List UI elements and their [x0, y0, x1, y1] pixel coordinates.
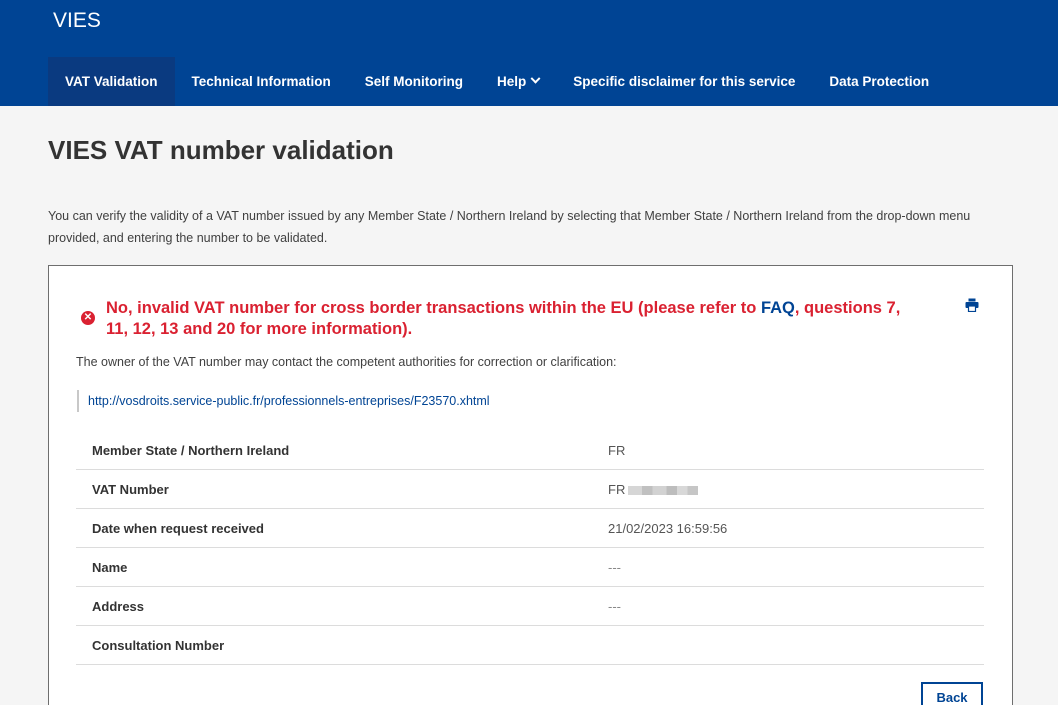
- owner-contact-text: The owner of the VAT number may contact …: [76, 355, 617, 369]
- nav-technical-information[interactable]: Technical Information: [175, 57, 348, 106]
- print-icon[interactable]: [965, 298, 979, 312]
- app-title[interactable]: VIES: [53, 9, 101, 33]
- faq-link[interactable]: FAQ: [761, 299, 795, 317]
- authority-link-block: http://vosdroits.service-public.fr/profe…: [77, 390, 490, 412]
- address-label: Address: [92, 598, 145, 614]
- details-row-vat-number: VAT Number FR: [76, 470, 984, 509]
- address-value: ---: [608, 598, 621, 614]
- details-row-name: Name ---: [76, 548, 984, 587]
- main-nav: VAT Validation Technical Information Sel…: [48, 57, 946, 106]
- validation-result-panel: ✕ No, invalid VAT number for cross borde…: [48, 265, 1013, 705]
- name-label: Name: [92, 559, 128, 575]
- consultation-number-label: Consultation Number: [92, 637, 225, 653]
- vat-number-prefix: FR: [608, 481, 626, 497]
- nav-specific-disclaimer[interactable]: Specific disclaimer for this service: [556, 57, 812, 106]
- request-date-label: Date when request received: [92, 520, 264, 536]
- request-date-value: 21/02/2023 16:59:56: [608, 520, 728, 536]
- intro-text: You can verify the validity of a VAT num…: [48, 209, 971, 245]
- nav-data-protection[interactable]: Data Protection: [812, 57, 946, 106]
- chevron-down-icon: [530, 73, 541, 84]
- details-table: Member State / Northern Ireland FR VAT N…: [76, 431, 984, 665]
- back-button[interactable]: Back: [921, 682, 983, 705]
- member-state-value: FR: [608, 442, 626, 458]
- vat-number-value: FR: [608, 481, 699, 497]
- error-circle-icon: ✕: [81, 311, 95, 325]
- nav-help[interactable]: Help: [480, 57, 556, 106]
- top-bar: VIES VAT Validation Technical Informatio…: [0, 0, 1058, 106]
- member-state-label: Member State / Northern Ireland: [92, 442, 290, 458]
- details-row-request-date: Date when request received 21/02/2023 16…: [76, 509, 984, 548]
- nav-self-monitoring[interactable]: Self Monitoring: [348, 57, 480, 106]
- vat-number-label: VAT Number: [92, 481, 169, 497]
- page-title: VIES VAT number validation: [48, 135, 394, 165]
- error-message-part1: No, invalid VAT number for cross border …: [106, 299, 761, 317]
- details-row-member-state: Member State / Northern Ireland FR: [76, 431, 984, 470]
- nav-help-label: Help: [497, 74, 527, 89]
- redacted-vat-number: [628, 485, 699, 495]
- nav-vat-validation[interactable]: VAT Validation: [48, 57, 175, 106]
- details-row-address: Address ---: [76, 587, 984, 626]
- details-row-consultation-number: Consultation Number: [76, 626, 984, 665]
- error-message: No, invalid VAT number for cross border …: [106, 298, 906, 340]
- authority-link[interactable]: http://vosdroits.service-public.fr/profe…: [88, 394, 490, 408]
- name-value: ---: [608, 559, 621, 575]
